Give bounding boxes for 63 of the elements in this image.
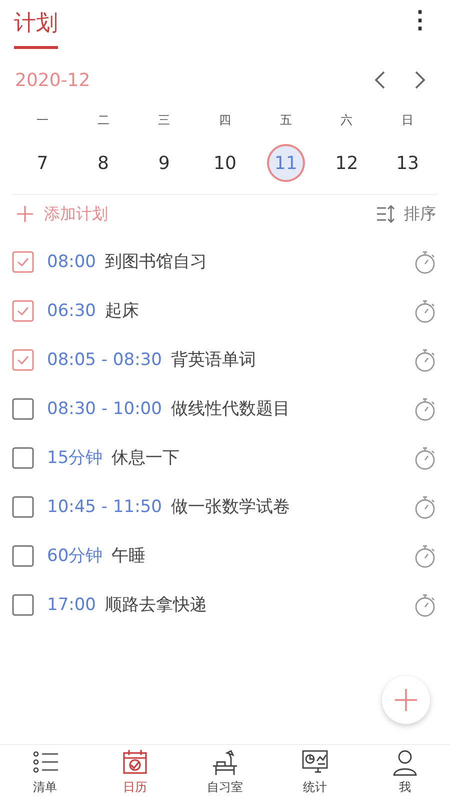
- weekday-label: 一: [36, 112, 48, 129]
- task-title: 背英语单词: [170, 349, 257, 371]
- month-label: 2020-12: [14, 70, 90, 90]
- day-button[interactable]: 13: [388, 144, 427, 182]
- nav-tab[interactable]: 清单: [0, 745, 90, 800]
- more-menu-button[interactable]: ⋮: [404, 6, 436, 35]
- checkbox[interactable]: [12, 348, 34, 370]
- task-time: 17:00: [47, 594, 96, 614]
- weekday-label: 四: [218, 112, 231, 129]
- weekday-label: 六: [340, 112, 353, 129]
- stopwatch-icon[interactable]: [414, 348, 436, 372]
- checkbox[interactable]: [12, 300, 34, 322]
- task-time: 08:30 - 10:00: [47, 398, 162, 418]
- calendar-icon: [121, 749, 149, 777]
- task-title: 午睡: [112, 545, 147, 567]
- nav-tab[interactable]: 我: [360, 745, 450, 800]
- task-time: 08:05 - 08:30: [47, 350, 162, 370]
- plus-icon: [394, 688, 418, 712]
- desk-icon: [211, 749, 239, 777]
- stopwatch-icon[interactable]: [414, 298, 436, 322]
- stopwatch-icon[interactable]: [414, 396, 436, 420]
- user-icon: [391, 749, 419, 777]
- day-button[interactable]: 7: [23, 144, 62, 182]
- weekday-label: 五: [280, 112, 292, 129]
- task-time: 15分钟: [47, 447, 103, 469]
- task-title: 做线性代数题目: [170, 398, 291, 420]
- stopwatch-icon[interactable]: [414, 544, 436, 568]
- sort-icon: [376, 205, 396, 223]
- day-button[interactable]: 8: [84, 144, 122, 182]
- nav-tab[interactable]: 日历: [90, 745, 180, 800]
- day-button[interactable]: 12: [328, 144, 366, 182]
- task-title: 休息一下: [112, 447, 181, 469]
- task-title: 到图书馆自习: [105, 251, 208, 273]
- task-title: 做一张数学试卷: [170, 496, 291, 518]
- nav-tab[interactable]: 统计: [270, 745, 360, 800]
- stopwatch-icon[interactable]: [414, 250, 436, 274]
- task-time: 08:00: [47, 252, 96, 272]
- page-title: 计划: [14, 6, 58, 49]
- stopwatch-icon[interactable]: [414, 592, 436, 616]
- nav-tab[interactable]: 自习室: [180, 745, 270, 800]
- plus-icon: [16, 205, 34, 223]
- sort-button[interactable]: 排序: [376, 204, 436, 224]
- weekday-label: 日: [402, 112, 414, 129]
- day-button[interactable]: 9: [145, 144, 184, 182]
- checkbox[interactable]: [12, 398, 34, 420]
- task-time: 10:45 - 11:50: [47, 496, 162, 516]
- stopwatch-icon[interactable]: [414, 446, 436, 470]
- weekday-label: 三: [158, 112, 170, 129]
- checkbox[interactable]: [12, 250, 34, 272]
- task-time: 60分钟: [47, 545, 103, 567]
- weekday-label: 二: [97, 112, 110, 129]
- checkbox[interactable]: [12, 446, 34, 468]
- add-button[interactable]: [382, 676, 430, 724]
- checkbox[interactable]: [12, 594, 34, 616]
- next-month-icon[interactable]: [414, 70, 426, 90]
- checkbox[interactable]: [12, 544, 34, 566]
- task-title: 顺路去拿快递: [105, 594, 208, 616]
- previous-month-icon[interactable]: [374, 70, 386, 90]
- stopwatch-icon[interactable]: [414, 494, 436, 518]
- checkbox[interactable]: [12, 496, 34, 518]
- task-time: 06:30: [47, 300, 96, 320]
- day-button[interactable]: 10: [206, 144, 244, 182]
- task-title: 起床: [105, 300, 140, 322]
